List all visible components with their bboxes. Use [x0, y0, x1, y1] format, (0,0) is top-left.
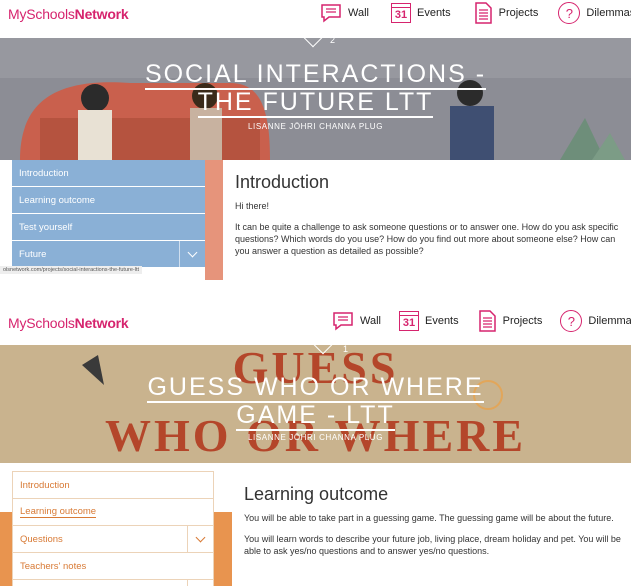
chevron-down-icon[interactable] — [187, 580, 213, 586]
nav-wall[interactable]: Wall — [320, 3, 369, 23]
menu-item-test-yourself[interactable]: Test yourself — [12, 214, 205, 241]
chevron-down-icon[interactable] — [187, 526, 213, 552]
chat-icon — [332, 311, 354, 331]
chat-icon — [320, 3, 342, 23]
section-content: Introduction Hi there! It can be quite a… — [235, 172, 623, 266]
menu-item-more[interactable] — [13, 580, 213, 586]
nav-wall-label: Wall — [348, 7, 369, 19]
menu-item-introduction[interactable]: Introduction — [12, 160, 205, 187]
menu-item-label: Future — [19, 248, 47, 260]
document-icon — [477, 310, 497, 332]
menu-item-label: Introduction — [20, 479, 70, 491]
status-url: olsnetwork.com/projects/social-interacti… — [0, 266, 143, 274]
nav-projects-label: Projects — [498, 7, 539, 19]
menu-item-teachers-notes[interactable]: Teachers' notes — [13, 553, 213, 580]
calendar-day: 31 — [390, 3, 411, 23]
menu-accent-bar — [205, 160, 223, 280]
logo-text: MySchools — [8, 6, 75, 22]
nav-dilemmas-label: Dilemmas — [586, 7, 631, 19]
content-paragraph: You will be able to take part in a guess… — [244, 513, 614, 523]
hero-banner: 2 SOCIAL INTERACTIONS - THE FUTURE LTT L… — [0, 38, 631, 160]
content-paragraph: It can be quite a challenge to ask someo… — [235, 222, 619, 256]
title-line-1: SOCIAL INTERACTIONS - — [144, 60, 487, 90]
title-line-2: GAME - LTT — [236, 401, 395, 431]
hero-banner: GUESS WHO OR WHERE 1 GUESS WHO OR WHERE … — [0, 345, 631, 463]
menu-item-label: Questions — [20, 533, 63, 545]
nav-events[interactable]: 31 Events — [398, 311, 459, 331]
menu-item-label: Learning outcome — [20, 506, 97, 518]
nav-projects[interactable]: Projects — [473, 2, 539, 24]
nav-projects[interactable]: Projects — [477, 310, 543, 332]
like-count: 2 — [330, 38, 336, 45]
logo-text: MySchools — [8, 315, 75, 331]
nav-dilemmas[interactable]: ? Dilemmas — [560, 310, 631, 332]
menu-item-learning-outcome[interactable]: Learning outcome — [12, 187, 205, 214]
main-nav: Wall 31 Events Projects ? Dilemmas — [332, 310, 631, 332]
content-paragraph: Hi there! — [235, 201, 270, 211]
question-icon: ? — [558, 2, 581, 24]
calendar-icon: 31 — [398, 311, 419, 331]
nav-events-label: Events — [416, 7, 451, 19]
section-heading: Introduction — [235, 172, 330, 192]
project-authors: LISANNE JÖHRI CHANNA PLUG — [247, 433, 384, 442]
logo-text-bold: Network — [74, 6, 129, 22]
nav-wall-label: Wall — [360, 315, 381, 327]
section-menu: Introduction Learning outcome Test yours… — [12, 160, 205, 268]
project-title[interactable]: GUESS WHO OR WHERE GAME - LTT — [0, 373, 631, 431]
myschoolsnetwork-logo[interactable]: MySchoolsNetwork — [8, 6, 129, 22]
content-paragraph: You will learn words to describe your fu… — [244, 534, 621, 556]
top-navigation-bar: MySchoolsNetwork Wall 31 Events Projects… — [0, 0, 631, 38]
menu-item-label: Learning outcome — [19, 194, 96, 206]
question-icon: ? — [560, 310, 583, 332]
menu-item-label: Test yourself — [19, 221, 73, 233]
top-navigation-bar: MySchoolsNetwork Wall 31 Events Projects… — [0, 302, 631, 340]
like-count: 1 — [343, 345, 349, 354]
logo-text-bold: Network — [74, 315, 129, 331]
nav-dilemmas[interactable]: ? Dilemmas — [558, 2, 631, 24]
calendar-icon: 31 — [390, 3, 411, 23]
section-heading: Learning outcome — [244, 484, 389, 504]
myschoolsnetwork-logo[interactable]: MySchoolsNetwork — [8, 315, 129, 331]
calendar-day: 31 — [398, 311, 419, 331]
nav-dilemmas-label: Dilemmas — [588, 315, 631, 327]
project-title[interactable]: SOCIAL INTERACTIONS - THE FUTURE LTT — [0, 60, 631, 118]
menu-item-label: Teachers' notes — [20, 560, 87, 572]
menu-item-questions[interactable]: Questions — [13, 526, 213, 553]
main-nav: Wall 31 Events Projects ? Dilemmas — [320, 2, 631, 24]
menu-item-future[interactable]: Future — [12, 241, 205, 268]
project-page-social-interactions: MySchoolsNetwork Wall 31 Events Projects… — [0, 0, 631, 280]
document-icon — [473, 2, 493, 24]
menu-item-learning-outcome[interactable]: Learning outcome — [13, 499, 213, 526]
section-content: Learning outcome You will be able to tak… — [244, 484, 626, 566]
nav-wall[interactable]: Wall — [332, 311, 381, 331]
menu-item-label: Introduction — [19, 167, 69, 179]
menu-item-introduction[interactable]: Introduction — [13, 472, 213, 499]
nav-events[interactable]: 31 Events — [390, 3, 451, 23]
nav-events-label: Events — [424, 315, 459, 327]
nav-projects-label: Projects — [502, 315, 543, 327]
chevron-down-icon[interactable] — [179, 241, 205, 267]
title-line-1: GUESS WHO OR WHERE — [147, 373, 484, 403]
project-page-guess-who: MySchoolsNetwork Wall 31 Events Projects… — [0, 302, 631, 586]
section-menu: Introduction Learning outcome Questions … — [12, 471, 214, 586]
title-line-2: THE FUTURE LTT — [197, 88, 434, 118]
project-authors: LISANNE JÖHRI CHANNA PLUG — [247, 122, 384, 131]
